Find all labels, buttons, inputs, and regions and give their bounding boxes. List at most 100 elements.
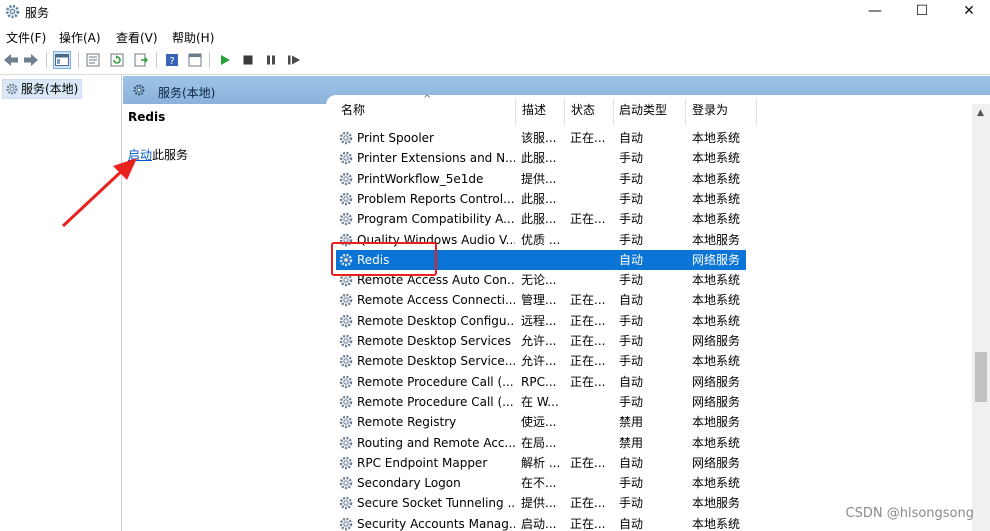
service-name: Security Accounts Manag... — [357, 516, 515, 531]
vertical-scrollbar[interactable]: ▲ — [972, 104, 990, 531]
service-description: 在局... — [521, 435, 557, 450]
service-log-on-as: 本地系统 — [692, 293, 741, 308]
column-header-description[interactable]: 描述 — [522, 95, 546, 125]
service-row[interactable]: Remote Desktop Services 允许... 正在... 手动 网络服务 — [336, 331, 746, 351]
service-row[interactable]: Remote Access Connecti... 管理... 正在... 自动 本地系… — [336, 290, 746, 310]
service-startup-type: 手动 — [619, 212, 644, 227]
column-header-status[interactable]: 状态 — [571, 95, 595, 125]
service-description: 远程... — [521, 313, 557, 328]
service-row[interactable]: Remote Registry 使远... 禁用 本地服务 — [336, 412, 746, 432]
service-row[interactable]: Problem Reports Control... 此服... 手动 本地系统 — [336, 189, 746, 209]
service-startup-type: 手动 — [619, 354, 644, 369]
menu-file[interactable]: 文件(F) — [6, 29, 46, 46]
service-startup-type: 手动 — [619, 232, 644, 247]
service-startup-type: 手动 — [619, 496, 644, 511]
service-startup-type: 手动 — [619, 171, 644, 186]
minimize-button[interactable]: — — [852, 0, 898, 22]
menu-view[interactable]: 查看(V) — [116, 29, 158, 46]
refresh-icon[interactable] — [108, 51, 126, 69]
service-gear-icon — [339, 517, 353, 530]
service-startup-type: 自动 — [619, 516, 644, 531]
service-row[interactable]: PrintWorkflow_5e1de 提供... 手动 本地系统 — [336, 169, 746, 189]
window-title: 服务 — [25, 6, 50, 20]
console-tree-icon[interactable] — [53, 51, 71, 69]
service-row[interactable]: Remote Desktop Configu... 远程... 正在... 手动 本地系… — [336, 311, 746, 331]
close-button[interactable]: ✕ — [946, 0, 990, 22]
service-startup-type: 禁用 — [619, 435, 644, 450]
export-list-icon[interactable] — [132, 51, 150, 69]
service-description: 此服... — [521, 212, 557, 227]
service-name: Remote Desktop Services — [357, 334, 512, 348]
pause-service-icon[interactable] — [262, 51, 280, 69]
service-name: Secondary Logon — [357, 476, 461, 491]
toolbar: ? — [0, 47, 990, 75]
service-gear-icon — [339, 152, 353, 165]
scrollbar-thumb[interactable] — [975, 352, 987, 402]
service-gear-icon — [339, 212, 353, 226]
service-description: 在不... — [521, 476, 557, 491]
service-row[interactable]: Remote Procedure Call (... RPC... 正在... 自动 网… — [336, 372, 746, 392]
menu-action[interactable]: 操作(A) — [59, 29, 101, 46]
service-log-on-as: 本地系统 — [692, 435, 741, 450]
services-pane: 服务(本地) Redis 启动此服务 名称 ^ 描述 状态 启动类型 登录为 P… — [123, 76, 990, 531]
service-startup-type: 禁用 — [619, 415, 644, 430]
service-log-on-as: 本地系统 — [692, 171, 741, 186]
service-description: 允许... — [521, 354, 557, 369]
service-row[interactable]: Secure Socket Tunneling ... 提供... 正在... 手动 本… — [336, 493, 746, 513]
column-header-name[interactable]: 名称 — [341, 95, 365, 125]
service-row[interactable]: Printer Extensions and N... 此服... 手动 本地系统 — [336, 148, 746, 168]
properties-icon[interactable] — [84, 51, 102, 69]
service-status: 正在... — [570, 455, 606, 470]
stop-service-icon[interactable] — [239, 51, 257, 69]
extended-description-pane: Redis 启动此服务 — [123, 104, 326, 531]
service-status: 正在... — [570, 131, 606, 145]
tree-item-services-local[interactable]: 服务(本地) — [2, 79, 83, 99]
service-startup-type: 手动 — [619, 334, 644, 348]
service-status: 正在... — [570, 313, 606, 328]
start-service-icon[interactable] — [216, 51, 234, 69]
back-arrow-icon[interactable] — [2, 51, 20, 69]
service-startup-type: 手动 — [619, 273, 644, 288]
service-gear-icon — [339, 294, 353, 307]
tree-item-label: 服务(本地) — [21, 82, 79, 96]
service-description: RPC... — [521, 374, 557, 389]
column-header-log-on-as[interactable]: 登录为 — [692, 95, 728, 125]
service-gear-icon — [339, 497, 353, 510]
menu-help[interactable]: 帮助(H) — [172, 29, 214, 46]
column-header-startup-type[interactable]: 启动类型 — [619, 95, 667, 125]
service-log-on-as: 本地系统 — [692, 476, 741, 491]
maximize-button[interactable]: ☐ — [899, 0, 945, 22]
services-list: 名称 ^ 描述 状态 启动类型 登录为 Print Spooler 该服... 正在… — [326, 95, 990, 531]
service-name: Remote Desktop Configu... — [357, 313, 515, 328]
service-startup-type: 手动 — [619, 191, 644, 206]
service-row[interactable]: Secondary Logon 在不... 手动 本地系统 — [336, 473, 746, 493]
service-row[interactable]: Print Spooler 该服... 正在... 自动 本地系统 — [336, 128, 746, 148]
help-icon[interactable]: ? — [163, 51, 181, 69]
service-startup-type: 自动 — [619, 293, 644, 308]
service-description: 该服... — [521, 131, 557, 145]
service-log-on-as: 本地系统 — [692, 516, 741, 531]
service-name: PrintWorkflow_5e1de — [357, 171, 484, 186]
service-startup-type: 自动 — [619, 131, 644, 145]
console-window-icon[interactable] — [186, 51, 204, 69]
service-description: 此服... — [521, 191, 557, 206]
service-row[interactable]: Routing and Remote Acc... 在局... 禁用 本地系统 — [336, 433, 746, 453]
service-name: Remote Desktop Service... — [357, 354, 515, 369]
service-name: Remote Procedure Call (... — [357, 374, 514, 389]
service-description: 管理... — [521, 293, 557, 308]
service-log-on-as: 本地系统 — [692, 313, 741, 328]
resume-service-icon[interactable] — [285, 51, 303, 69]
service-status: 正在... — [570, 374, 606, 389]
service-row[interactable]: Program Compatibility A... 此服... 正在... 手动 本地… — [336, 209, 746, 229]
forward-arrow-icon[interactable] — [22, 51, 40, 69]
service-row[interactable]: RPC Endpoint Mapper 解析 ... 正在... 自动 网络服务 — [336, 453, 746, 473]
service-status: 正在... — [570, 212, 606, 227]
service-name: Secure Socket Tunneling ... — [357, 496, 515, 511]
service-row[interactable]: Remote Desktop Service... 允许... 正在... 手动 本地系… — [336, 351, 746, 371]
service-row[interactable]: Remote Procedure Call (... 在 W... 手动 网络服务 — [336, 392, 746, 412]
services-gear-icon — [133, 84, 145, 96]
selected-service-name: Redis — [128, 110, 166, 124]
service-row[interactable]: Security Accounts Manag... 启动... 正在... 自动 本地… — [336, 514, 746, 531]
service-description: 允许... — [521, 334, 557, 348]
scroll-up-arrow-icon[interactable]: ▲ — [977, 108, 984, 118]
